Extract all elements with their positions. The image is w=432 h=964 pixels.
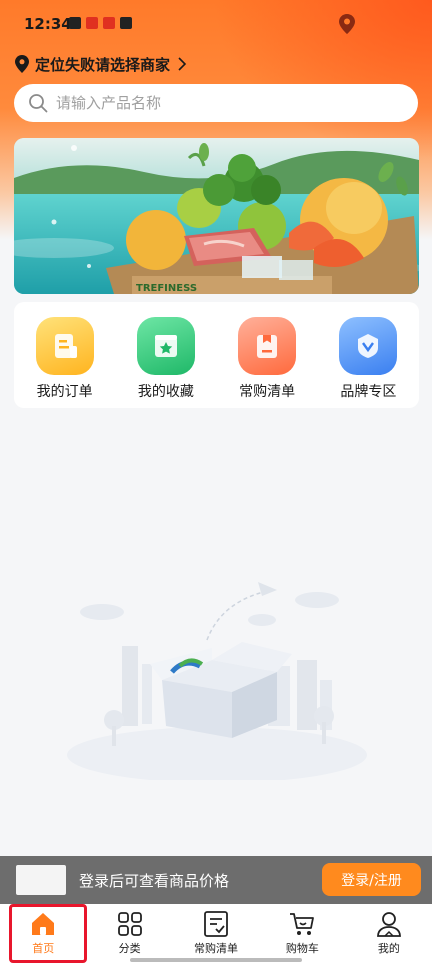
tab-frequent-list-label: 常购清单 bbox=[194, 942, 239, 955]
location-text: 定位失败请选择商家 bbox=[35, 55, 171, 74]
notification-icon bbox=[86, 17, 98, 29]
notification-icon bbox=[69, 17, 81, 29]
location-pin-icon bbox=[15, 55, 29, 73]
list-icon bbox=[204, 911, 228, 937]
my-orders-button[interactable]: 我的订单 bbox=[19, 317, 111, 408]
status-time: 12:34 bbox=[24, 15, 72, 33]
tab-category[interactable]: 分类 bbox=[86, 904, 172, 964]
empty-state-illustration bbox=[67, 582, 367, 780]
order-icon bbox=[35, 317, 94, 375]
search-icon bbox=[29, 94, 48, 113]
favorite-icon bbox=[136, 317, 195, 375]
my-favorites-label: 我的收藏 bbox=[137, 384, 194, 400]
frequent-list-button[interactable]: 常购清单 bbox=[221, 317, 313, 408]
tab-cart-label: 购物车 bbox=[285, 942, 319, 955]
location-selector[interactable]: 定位失败请选择商家 bbox=[15, 52, 188, 76]
tab-home[interactable]: 首页 bbox=[0, 904, 86, 964]
banner-image: TREFINESS bbox=[14, 138, 419, 294]
login-prompt-text: 登录后可查看商品价格 bbox=[79, 872, 230, 890]
profile-icon bbox=[376, 912, 401, 937]
home-indicator[interactable] bbox=[130, 958, 302, 962]
tab-profile-label: 我的 bbox=[377, 942, 400, 955]
bottom-tab-bar: 首页 分类 常购清单 购物车 我的 bbox=[0, 904, 432, 964]
tab-profile[interactable]: 我的 bbox=[346, 904, 432, 964]
search-bar[interactable] bbox=[14, 84, 418, 122]
notification-icon bbox=[103, 17, 115, 29]
tab-category-label: 分类 bbox=[118, 942, 141, 955]
search-input[interactable] bbox=[56, 94, 376, 112]
crate-label: TREFINESS bbox=[136, 283, 197, 294]
my-favorites-button[interactable]: 我的收藏 bbox=[120, 317, 212, 408]
shopping-list-icon bbox=[238, 317, 297, 375]
home-icon bbox=[32, 913, 55, 935]
quick-actions-panel: 我的订单 我的收藏 常购清单 品牌专区 bbox=[14, 302, 419, 408]
login-prompt-bar: 登录后可查看商品价格 登录/注册 bbox=[0, 856, 432, 904]
promo-banner[interactable]: TREFINESS bbox=[14, 138, 419, 294]
location-status-icon bbox=[339, 14, 355, 34]
status-bar: 12:34 bbox=[0, 0, 432, 50]
brand-zone-button[interactable]: 品牌专区 bbox=[322, 317, 414, 408]
frequent-list-label: 常购清单 bbox=[239, 384, 296, 400]
brand-zone-label: 品牌专区 bbox=[340, 384, 397, 400]
chevron-right-icon bbox=[178, 57, 187, 71]
my-orders-label: 我的订单 bbox=[36, 384, 93, 400]
notification-icon bbox=[120, 17, 132, 29]
tab-cart[interactable]: 购物车 bbox=[259, 904, 345, 964]
category-icon bbox=[117, 912, 142, 936]
tab-home-label: 首页 bbox=[32, 942, 55, 955]
login-register-button[interactable]: 登录/注册 bbox=[322, 863, 421, 896]
cart-icon bbox=[290, 913, 315, 935]
tab-frequent-list[interactable]: 常购清单 bbox=[173, 904, 259, 964]
notification-icons bbox=[69, 17, 132, 29]
login-prompt-thumbnail bbox=[16, 865, 66, 895]
brand-icon bbox=[339, 317, 398, 375]
